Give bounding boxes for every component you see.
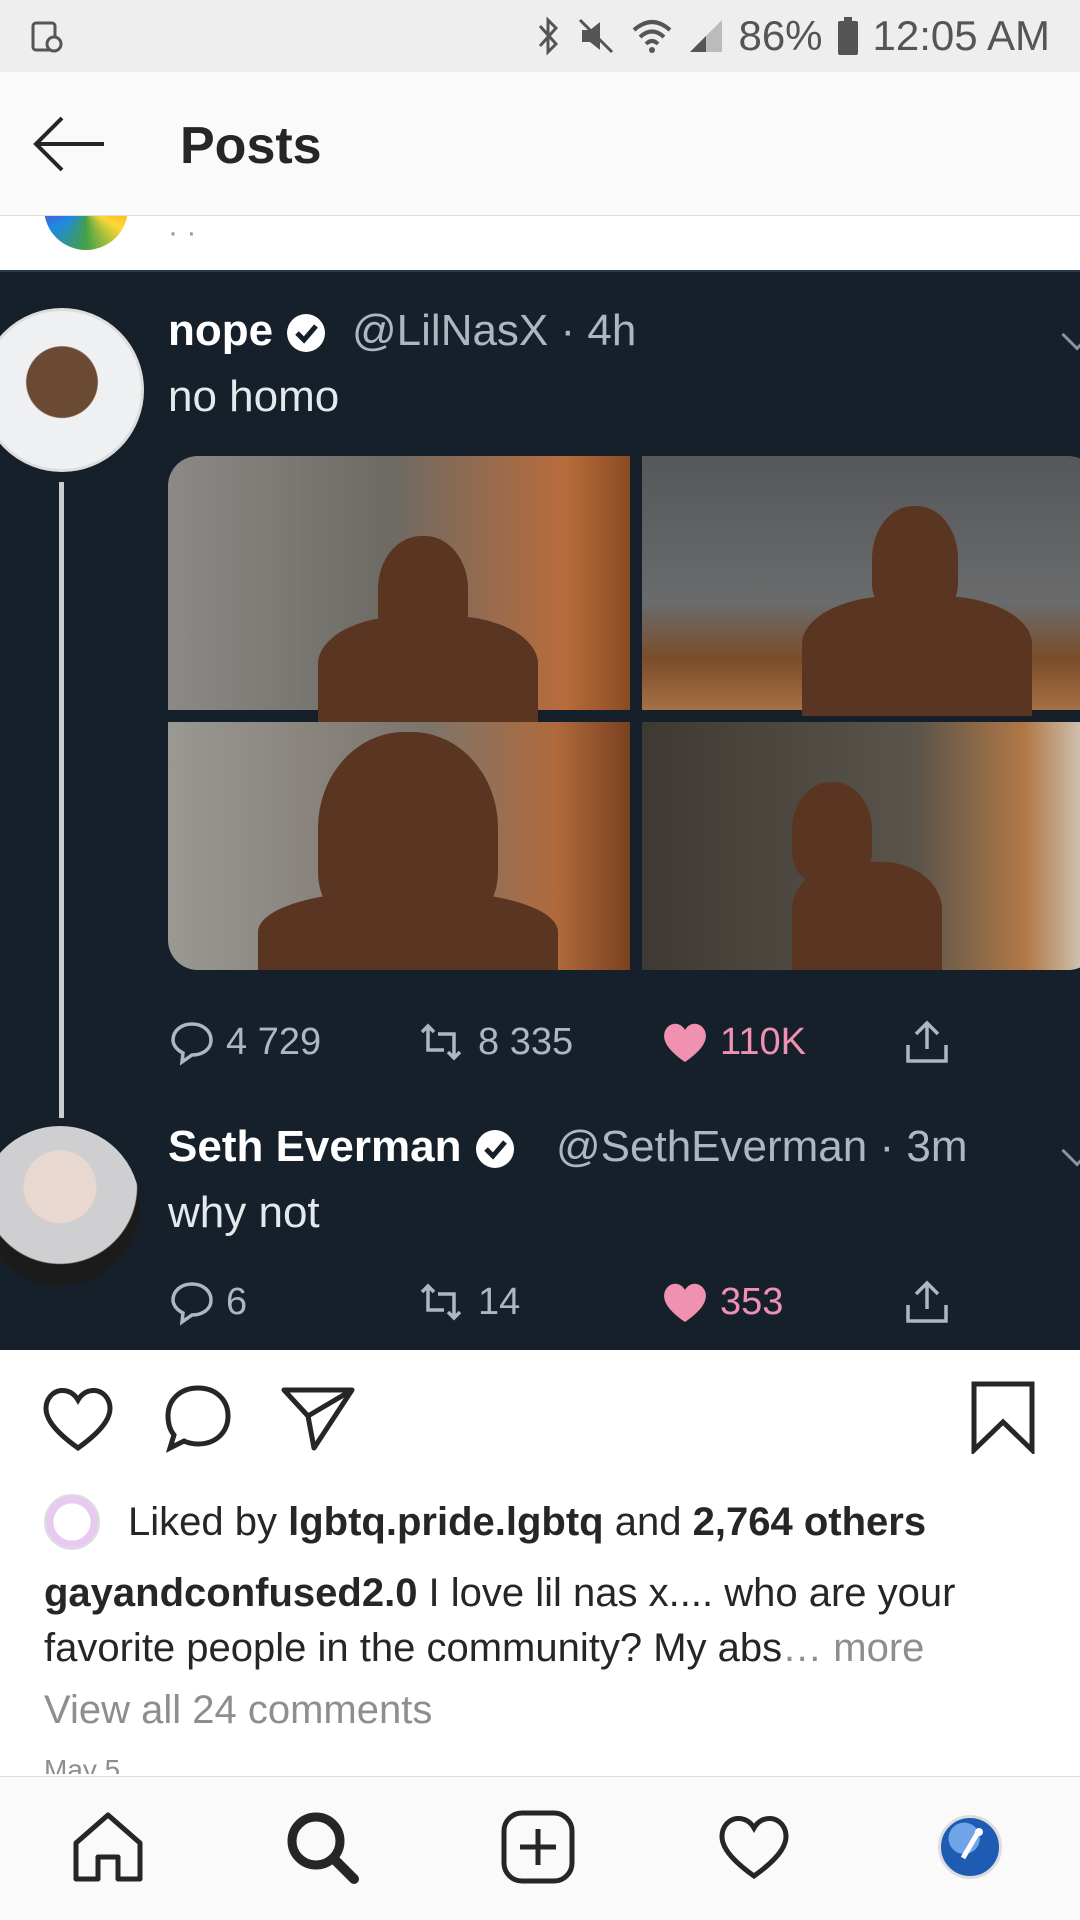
tweet-author-name: nope	[168, 306, 327, 356]
bookmark-icon	[971, 1381, 1035, 1456]
profile-avatar	[938, 1815, 1002, 1879]
save-button[interactable]	[970, 1380, 1036, 1459]
post-author-name-partial: · ·	[168, 216, 197, 249]
add-icon	[501, 1810, 575, 1884]
reply-like-button[interactable]: 353	[660, 1272, 783, 1332]
reply-retweet-button[interactable]: 14	[414, 1272, 520, 1332]
tweet-share-button[interactable]	[902, 1012, 952, 1072]
tweet-photo-3	[168, 722, 630, 970]
liked-by-label: Liked by	[128, 1499, 277, 1544]
home-icon	[73, 1812, 143, 1882]
liker-avatar	[44, 1494, 100, 1550]
arrow-left-icon	[33, 116, 104, 172]
nav-search-button[interactable]	[282, 1807, 362, 1887]
view-all-comments-link[interactable]: View all 24 comments	[44, 1688, 432, 1733]
battery-icon	[837, 16, 859, 56]
bluetooth-icon	[536, 16, 562, 56]
caption-more-link[interactable]: … more	[782, 1626, 924, 1670]
tweet-avatar	[0, 308, 144, 472]
verified-badge-icon	[287, 314, 326, 353]
post-image-tweet-screenshot[interactable]: nope @LilNasX · 4h no homo 4 729 8 335 1…	[0, 270, 1080, 1350]
signal-icon	[688, 18, 724, 54]
nav-add-button[interactable]	[498, 1807, 578, 1887]
chevron-down-icon	[1061, 1135, 1080, 1167]
reply-actions: 6 14 353	[168, 1272, 988, 1332]
reply-share-button[interactable]	[902, 1272, 952, 1332]
share-button[interactable]	[280, 1384, 356, 1459]
share-upload-icon	[906, 1020, 948, 1063]
reply-text: why not	[168, 1188, 320, 1237]
thread-connector	[59, 482, 64, 1118]
search-icon	[287, 1812, 359, 1884]
comment-bubble-icon	[171, 1022, 213, 1066]
liked-by-user[interactable]: lgbtq.pride.lgbtq	[288, 1500, 604, 1545]
tweet-photo-2	[642, 456, 1080, 716]
back-button[interactable]	[30, 112, 110, 176]
caption-username[interactable]: gayandconfused2.0	[44, 1571, 417, 1615]
tweet-handle: @LilNasX · 4h	[352, 306, 637, 355]
status-indicators: 86% 12:05 AM	[536, 0, 1050, 72]
tweet-photo-4	[642, 722, 1080, 970]
reply-avatar	[0, 1126, 140, 1286]
post-author-avatar[interactable]	[44, 216, 128, 250]
nav-home-button[interactable]	[68, 1807, 148, 1887]
like-button[interactable]	[40, 1384, 116, 1459]
tweet-photo-grid	[168, 456, 1080, 970]
top-header: Posts	[0, 72, 1080, 216]
post-date: May 5	[44, 1754, 121, 1774]
likes-summary[interactable]: Liked by lgbtq.pride.lgbtq and 2,764 oth…	[44, 1492, 926, 1552]
mute-icon	[576, 16, 616, 56]
post-caption: gayandconfused2.0 I love lil nas x.... w…	[44, 1566, 1044, 1676]
send-icon	[281, 1387, 355, 1451]
page-title: Posts	[180, 117, 322, 175]
tweet-like-button[interactable]: 110K	[660, 1012, 806, 1072]
heart-filled-icon	[664, 1023, 706, 1062]
nav-activity-button[interactable]	[714, 1807, 794, 1887]
tweet-actions: 4 729 8 335 110K	[168, 1012, 988, 1072]
liked-and-label: and	[614, 1499, 682, 1544]
clock: 12:05 AM	[872, 12, 1050, 59]
retweet-icon	[420, 1023, 462, 1061]
tweet-retweet-button[interactable]: 8 335	[414, 1012, 573, 1072]
profile-emblem-icon	[960, 1828, 983, 1860]
heart-icon	[719, 1816, 789, 1880]
tweet-text: no homo	[168, 372, 340, 421]
retweet-icon	[420, 1283, 462, 1321]
tweet-reply-button[interactable]: 4 729	[168, 1012, 321, 1072]
tweet-photo-1	[168, 456, 630, 736]
status-bar: 86% 12:05 AM	[0, 0, 1080, 72]
share-upload-icon	[906, 1280, 948, 1323]
post-action-bar	[0, 1350, 1080, 1490]
comment-icon	[165, 1385, 231, 1453]
liked-others-count[interactable]: 2,764 others	[693, 1500, 926, 1545]
notification-icon	[30, 20, 64, 54]
comment-button[interactable]	[162, 1382, 234, 1459]
chevron-down-icon	[1061, 319, 1080, 351]
bottom-navigation	[0, 1776, 1080, 1920]
verified-badge-icon	[475, 1130, 514, 1169]
reply-author-name: Seth Everman	[168, 1122, 516, 1172]
reply-handle: @SethEverman · 3m	[556, 1122, 968, 1171]
post-author-strip: · ·	[0, 216, 1080, 270]
comment-bubble-icon	[171, 1282, 213, 1326]
wifi-icon	[630, 16, 674, 56]
reply-reply-button[interactable]: 6	[168, 1272, 247, 1332]
battery-percent: 86%	[738, 12, 823, 59]
nav-profile-button[interactable]	[930, 1807, 1010, 1887]
heart-icon	[43, 1388, 113, 1452]
heart-filled-icon	[664, 1283, 706, 1322]
